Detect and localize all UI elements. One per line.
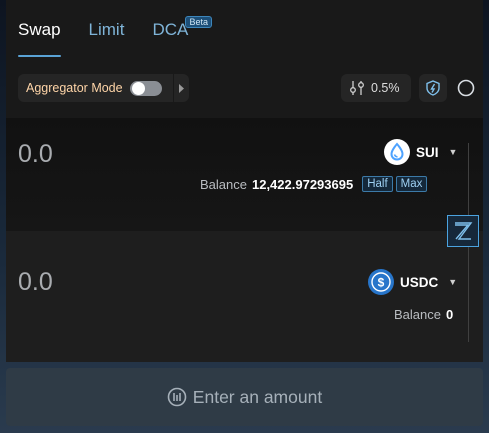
from-token-symbol: SUI (416, 144, 439, 160)
svg-text:$: $ (378, 276, 385, 290)
caret-right-icon (179, 83, 184, 93)
enter-amount-button[interactable]: Enter an amount (6, 368, 483, 426)
usdc-token-icon: $ (368, 269, 394, 295)
to-token-symbol: USDC (400, 274, 439, 290)
chevron-down-icon: ▼ (448, 147, 458, 157)
from-balance-value: 12,422.97293695 (251, 176, 354, 192)
aggregator-expand-button[interactable] (173, 74, 189, 102)
tab-bar: Swap Limit DCA Beta (18, 16, 216, 60)
tab-swap[interactable]: Swap (18, 20, 61, 60)
half-button[interactable]: Half (362, 176, 393, 192)
from-balance-label: Balance (200, 176, 247, 192)
aggregator-mode-label: Aggregator Mode (26, 81, 123, 95)
to-section: 0.0 $ USDC ▼ Balance 0 (6, 231, 483, 362)
sliders-icon (350, 81, 364, 95)
tab-limit[interactable]: Limit (89, 20, 125, 60)
sui-token-icon (384, 139, 410, 165)
from-amount-input[interactable]: 0.0 (18, 140, 53, 169)
from-balance-row: Balance 12,422.97293695 Half Max (200, 176, 428, 192)
connector-line-bottom (468, 247, 469, 342)
aggregator-mode-control: Aggregator Mode (18, 74, 189, 102)
swap-panel: Swap Limit DCA Beta Aggregator Mode 0.5% (6, 0, 483, 362)
shield-icon (426, 80, 440, 96)
tab-limit-label: Limit (88, 20, 125, 39)
tab-dca[interactable]: DCA Beta (152, 16, 212, 60)
slippage-value: 0.5% (371, 81, 400, 95)
tab-dca-label: DCA (152, 20, 189, 39)
refresh-ring-icon (457, 79, 475, 97)
slippage-button[interactable]: 0.5% (341, 74, 411, 102)
aggregator-mode-toggle[interactable] (130, 81, 162, 96)
to-balance-value: 0 (445, 307, 454, 322)
toggle-knob (132, 82, 145, 95)
toolbar: Aggregator Mode 0.5% (18, 74, 475, 102)
max-button[interactable]: Max (395, 176, 428, 192)
enter-amount-label: Enter an amount (192, 386, 323, 407)
swap-direction-icon (455, 222, 473, 240)
chevron-down-icon: ▼ (448, 277, 458, 287)
refresh-button[interactable] (454, 74, 478, 102)
aggregator-logo-icon (167, 387, 187, 407)
switch-tokens-button[interactable] (447, 215, 479, 247)
beta-badge: Beta (185, 16, 212, 28)
to-amount-input[interactable]: 0.0 (18, 268, 53, 297)
mev-protection-button[interactable] (419, 74, 447, 102)
tab-swap-label: Swap (18, 20, 61, 39)
to-balance-label: Balance (394, 307, 441, 322)
from-token-selector[interactable]: SUI ▼ (384, 139, 457, 165)
to-balance-row: Balance 0 (394, 307, 459, 322)
to-token-selector[interactable]: $ USDC ▼ (368, 269, 457, 295)
connector-line-top (468, 143, 469, 215)
from-section: 0.0 SUI ▼ Balance 12,422.97293695 Half M… (6, 118, 483, 231)
